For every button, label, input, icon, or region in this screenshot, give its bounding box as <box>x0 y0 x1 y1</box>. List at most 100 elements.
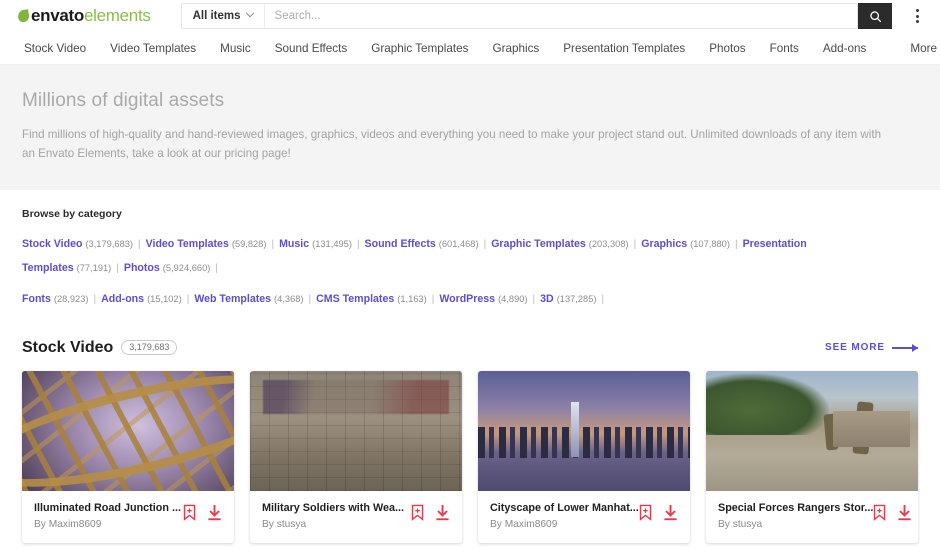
download-icon[interactable] <box>207 504 222 521</box>
bookmark-plus-icon[interactable] <box>873 504 886 521</box>
category-link[interactable]: Stock Video <box>22 238 82 250</box>
category-count: (601,468) <box>438 238 479 249</box>
asset-thumbnail[interactable] <box>706 370 918 491</box>
search-button[interactable] <box>858 3 892 29</box>
category-separator: | <box>93 293 97 305</box>
category-link[interactable]: Video Templates <box>146 238 229 250</box>
category-link[interactable]: Music <box>279 238 309 250</box>
category-count: (4,890) <box>498 293 528 304</box>
arrow-right-icon <box>892 343 918 352</box>
browse-heading: Browse by category <box>22 207 122 220</box>
category-link[interactable]: Sound Effects <box>365 238 436 250</box>
category-count: (137,285) <box>556 293 597 304</box>
asset-card[interactable]: Military Soldiers with Wea... By stusya <box>250 370 462 543</box>
section-title: Stock Video <box>22 338 114 356</box>
hero-banner: Millions of digital assets Find millions… <box>0 65 940 190</box>
chevron-down-icon <box>245 8 254 18</box>
scope-selector[interactable]: All items <box>182 4 265 28</box>
asset-title: Special Forces Rangers Stor... <box>718 501 874 514</box>
asset-card[interactable]: Illuminated Road Junction ... By Maxim86… <box>22 370 234 543</box>
nav-item-music[interactable]: Music <box>208 42 263 55</box>
category-count: (77,191) <box>76 262 112 273</box>
asset-thumbnail[interactable] <box>22 370 234 491</box>
category-link[interactable]: Add-ons <box>101 293 144 305</box>
category-separator: | <box>601 293 605 305</box>
nav-item-fonts[interactable]: Fonts <box>758 42 811 55</box>
asset-title: Military Soldiers with Wea... <box>262 501 404 514</box>
card-grid: Illuminated Road Junction ... By Maxim86… <box>0 370 940 543</box>
overflow-menu-button[interactable] <box>908 5 926 27</box>
site-logo[interactable]: envato elements <box>17 6 151 26</box>
category-separator: | <box>734 238 738 250</box>
category-row: Stock Video (3,179,683) | Video Templates (5… <box>22 231 918 279</box>
category-separator: | <box>138 238 141 250</box>
hero-title: Millions of digital assets <box>22 90 225 111</box>
category-link[interactable]: Graphics <box>641 238 687 250</box>
asset-title: Cityscape of Lower Manhat... <box>490 501 639 514</box>
category-link[interactable]: Graphic Templates <box>491 238 586 250</box>
asset-card[interactable]: Cityscape of Lower Manhat... By Maxim860… <box>478 370 690 543</box>
search-bar: All items <box>180 3 858 29</box>
asset-author: By Maxim8609 <box>34 518 102 530</box>
category-link[interactable]: 3D <box>540 293 554 305</box>
search-input[interactable] <box>264 4 857 28</box>
category-separator: | <box>356 238 360 250</box>
bookmark-plus-icon[interactable] <box>183 504 196 521</box>
hero-description: Find millions of high-quality and hand-r… <box>22 128 882 160</box>
category-count: (15,102) <box>147 293 182 304</box>
soldier-figure <box>823 413 839 451</box>
logo-elements-text: elements <box>84 6 151 25</box>
bookmark-plus-icon[interactable] <box>411 504 424 521</box>
category-count: (203,308) <box>588 238 629 249</box>
scope-selector-label: All items <box>192 10 241 22</box>
nav-item-graphics[interactable]: Graphics <box>480 42 551 55</box>
asset-title: Illuminated Road Junction ... <box>34 501 181 514</box>
nav-item-sound-effects[interactable]: Sound Effects <box>263 42 360 55</box>
asset-author: By stusya <box>262 518 307 530</box>
asset-thumbnail[interactable] <box>250 370 462 491</box>
category-count: (107,880) <box>690 238 730 249</box>
nav-item-presentation-templates[interactable]: Presentation Templates <box>551 42 697 55</box>
category-count: (4,368) <box>274 293 304 304</box>
nav-item-photos[interactable]: Photos <box>697 42 757 55</box>
category-count: (59,828) <box>231 238 267 249</box>
category-link[interactable]: Fonts <box>22 293 51 305</box>
leaf-icon <box>17 9 30 23</box>
nav-item-more[interactable]: More <box>898 42 940 55</box>
see-more-label: SEE MORE <box>825 342 885 354</box>
logo-envato-text: envato <box>31 6 84 25</box>
section-count-badge: 3,179,683 <box>121 340 178 356</box>
category-separator: | <box>271 238 275 250</box>
kebab-menu-icon <box>915 14 919 18</box>
kebab-menu-icon <box>915 9 919 12</box>
category-separator: | <box>633 238 637 250</box>
nav-item-stock-video[interactable]: Stock Video <box>18 42 98 55</box>
category-link[interactable]: Web Templates <box>194 293 271 305</box>
asset-author: By Maxim8609 <box>490 518 558 530</box>
section-header: Stock Video 3,179,683 SEE MORE <box>0 317 940 371</box>
search-icon <box>869 10 881 22</box>
download-icon[interactable] <box>897 504 912 521</box>
nav-item-graphic-templates[interactable]: Graphic Templates <box>359 42 480 55</box>
see-more-link[interactable]: SEE MORE <box>825 342 918 353</box>
category-separator: | <box>116 262 119 274</box>
category-count: (131,495) <box>312 238 352 249</box>
category-separator: | <box>532 293 536 305</box>
nav-item-add-ons[interactable]: Add-ons <box>811 42 879 55</box>
category-link[interactable]: WordPress <box>439 293 495 305</box>
category-separator: | <box>186 293 190 305</box>
category-count: (3,179,683) <box>85 238 134 249</box>
download-icon[interactable] <box>663 504 678 521</box>
nav-item-video-templates[interactable]: Video Templates <box>98 42 208 55</box>
asset-card[interactable]: Special Forces Rangers Stor... By stusya <box>706 370 918 543</box>
category-separator: | <box>215 262 218 274</box>
category-count: (1,163) <box>397 293 427 304</box>
bookmark-plus-icon[interactable] <box>639 504 652 521</box>
category-separator: | <box>431 293 435 305</box>
category-row: Fonts (28,923) | Add-ons (15,102) | Web Templa… <box>22 286 918 310</box>
category-link[interactable]: CMS Templates <box>316 293 394 305</box>
asset-thumbnail[interactable] <box>478 370 690 491</box>
download-icon[interactable] <box>435 504 450 521</box>
category-link[interactable]: Photos <box>124 262 160 274</box>
top-bar: envato elements All items <box>0 0 940 32</box>
